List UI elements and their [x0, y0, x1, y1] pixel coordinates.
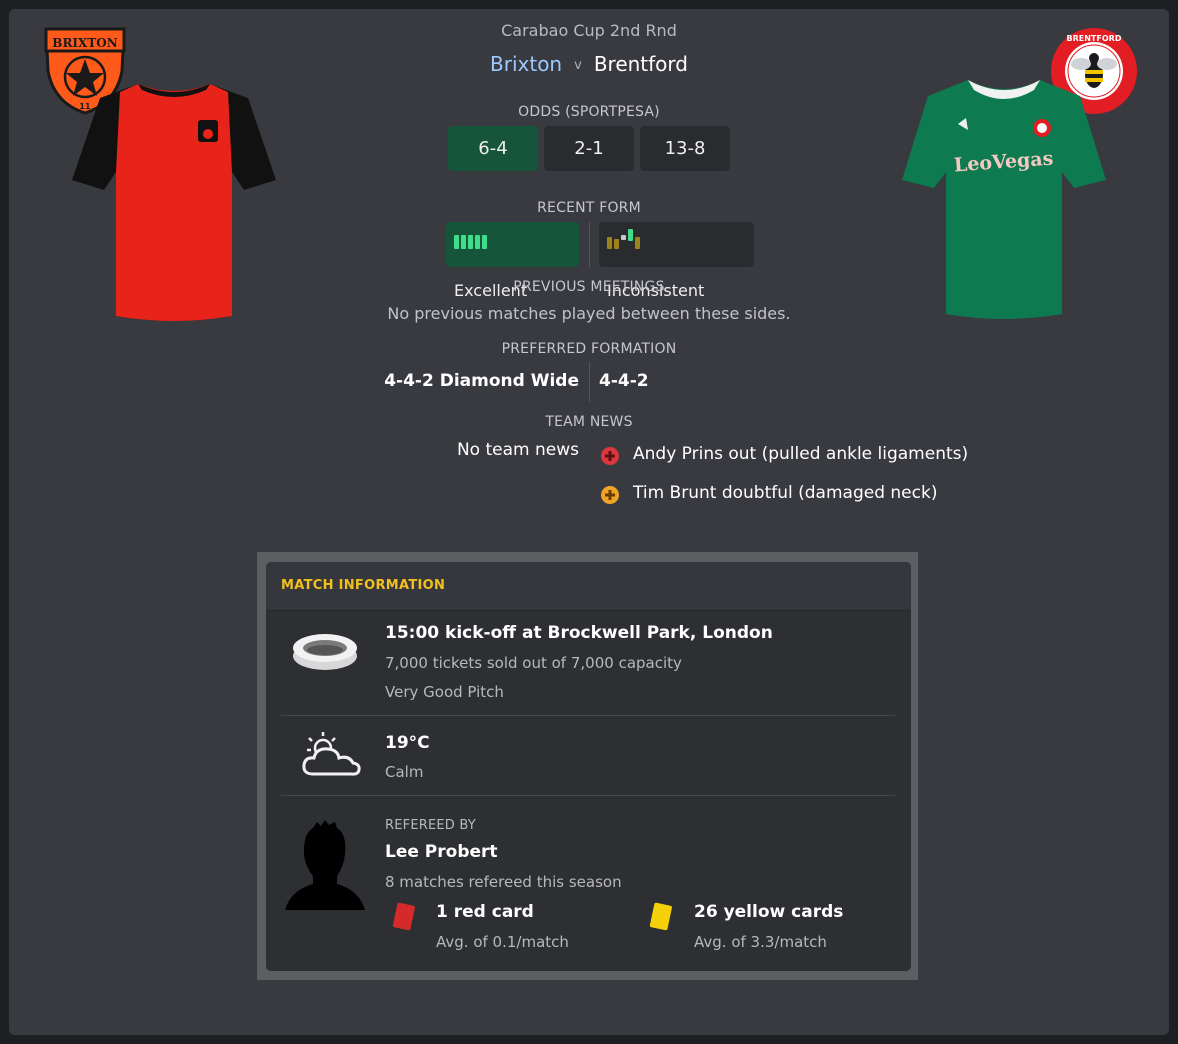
pitch-condition: Very Good Pitch [385, 683, 504, 701]
home-formation: 4-4-2 Diamond Wide [384, 371, 579, 391]
row-divider [281, 715, 895, 716]
away-formation: 4-4-2 [599, 371, 649, 391]
weather-sunny-cloud-icon [299, 728, 363, 786]
weather-wind: Calm [385, 763, 424, 781]
stadium-icon [291, 630, 359, 678]
home-team-news: No team news [456, 440, 579, 460]
refereed-by-label: REFEREED BY [385, 818, 476, 833]
away-form-box[interactable]: Inconsistent [599, 222, 754, 300]
match-information-title: MATCH INFORMATION [281, 578, 446, 593]
referee-silhouette-avatar [283, 820, 367, 916]
venue-headline[interactable]: 15:00 kick-off at Brockwell Park, London [385, 623, 773, 643]
fixture-teams: Brixton v Brentford [0, 52, 1178, 76]
news-item-text[interactable]: Tim Brunt doubtful (damaged neck) [633, 483, 937, 503]
injury-out-icon [600, 446, 620, 470]
away-team-link[interactable]: Brentford [594, 52, 688, 76]
weather-temperature: 19°C [385, 733, 430, 753]
odds-title: ODDS (SPORTPESA) [518, 104, 660, 120]
red-card-average: Avg. of 0.1/match [436, 933, 569, 951]
odds-away[interactable]: 13-8 [640, 126, 730, 171]
match-information-card: MATCH INFORMATION 15:00 kick-off at Broc… [266, 562, 911, 971]
yellow-card-icon [649, 902, 675, 936]
formation-divider [589, 362, 590, 402]
red-card-count: 1 red card [436, 902, 534, 922]
referee-name[interactable]: Lee Probert [385, 842, 498, 862]
form-divider [589, 222, 590, 267]
ticket-sales: 7,000 tickets sold out of 7,000 capacity [385, 654, 682, 672]
injury-doubtful-icon [600, 485, 620, 509]
odds-draw[interactable]: 2-1 [544, 126, 634, 171]
match-information-frame: MATCH INFORMATION 15:00 kick-off at Broc… [257, 552, 918, 980]
home-form-box[interactable]: Excellent [446, 222, 579, 300]
form-bars-icon [607, 223, 643, 268]
yellow-card-count: 26 yellow cards [694, 902, 844, 922]
versus-label: v [574, 58, 582, 73]
yellow-card-average: Avg. of 3.3/match [694, 933, 827, 951]
odds-home[interactable]: 6-4 [448, 126, 538, 171]
red-card-icon [392, 902, 418, 936]
previous-meetings-text: No previous matches played between these… [387, 304, 791, 323]
form-bars-icon [454, 223, 490, 268]
match-information-header: MATCH INFORMATION [266, 562, 911, 611]
home-team-link[interactable]: Brixton [490, 52, 562, 76]
recent-form-title: RECENT FORM [537, 200, 641, 216]
news-item-text[interactable]: Andy Prins out (pulled ankle ligaments) [633, 444, 968, 464]
previous-meetings-title: PREVIOUS MEETINGS [513, 279, 665, 295]
competition-name: Carabao Cup 2nd Rnd [501, 21, 677, 40]
formation-title: PREFERRED FORMATION [501, 341, 677, 357]
team-news-title: TEAM NEWS [545, 414, 633, 430]
referee-matches: 8 matches refereed this season [385, 873, 622, 891]
row-divider [281, 795, 895, 796]
